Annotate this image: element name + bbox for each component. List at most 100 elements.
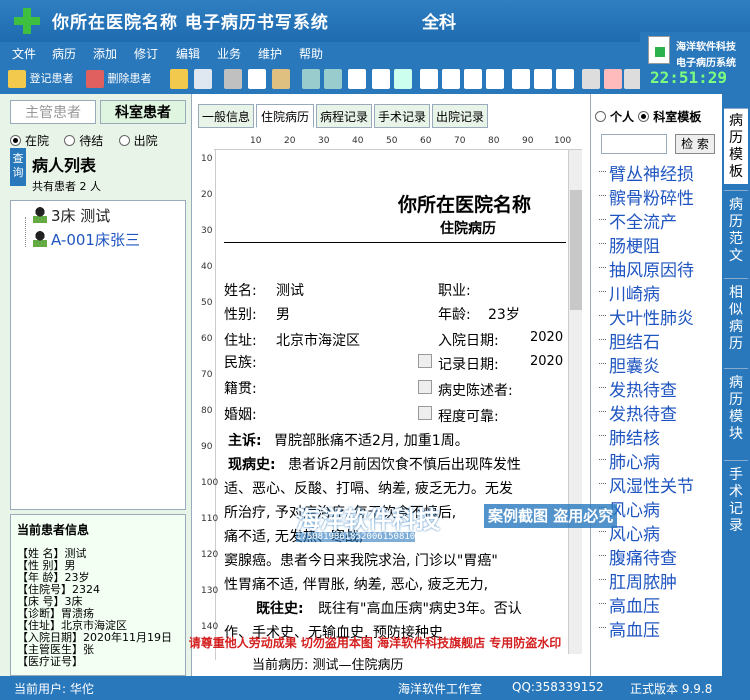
template-scope: 个人 科室模板 [595, 108, 701, 125]
template-search-input[interactable] [601, 134, 667, 154]
doc-name[interactable]: 测试 [276, 280, 304, 300]
radio-dept-template[interactable]: 科室模板 [638, 110, 701, 124]
justify-icon[interactable] [486, 69, 504, 89]
template-item[interactable]: 髌骨粉碎性 [599, 184, 694, 209]
tab-progress-notes[interactable]: 病程记录 [316, 104, 372, 128]
delete-patient-button[interactable]: 删除患者 [86, 69, 152, 89]
tab-discharge-record[interactable]: 出院记录 [432, 104, 488, 128]
tab-surgery-record[interactable]: 手术记录 [374, 104, 430, 128]
template-item[interactable]: 肠梗阻 [599, 232, 660, 257]
template-item[interactable]: 发热待查 [599, 400, 677, 425]
doc-complaint[interactable]: 胃脘部胀痛不适2月, 加重1周。 [274, 430, 469, 450]
document-icon[interactable] [372, 69, 390, 89]
register-patient-button[interactable]: 登记患者 [8, 69, 74, 89]
doc-record-date[interactable]: 2020 [530, 354, 563, 369]
paste-icon[interactable] [272, 69, 290, 89]
menu-help[interactable]: 帮助 [299, 45, 323, 62]
native-dropdown-icon[interactable] [418, 380, 432, 394]
redo-icon[interactable] [324, 69, 342, 89]
print-icon[interactable] [582, 69, 600, 89]
patient-node[interactable]: A-001床张三 [33, 229, 140, 250]
patient-node[interactable]: 3床 测试 [33, 205, 110, 226]
tab-record-sample[interactable]: 病历范文 [724, 190, 748, 270]
window-title: 你所在医院名称 电子病历书写系统 [52, 13, 329, 33]
ethnic-dropdown-icon[interactable] [418, 354, 432, 368]
template-item[interactable]: 发热待查 [599, 376, 677, 401]
tab-general-info[interactable]: 一般信息 [198, 104, 254, 128]
menu-add[interactable]: 添加 [93, 45, 117, 62]
template-item[interactable]: 肺心病 [599, 448, 660, 473]
template-item[interactable]: 臂丛神经损 [599, 160, 694, 185]
current-record-tab[interactable]: 当前病历: 测试—住院病历 [252, 654, 404, 673]
menu-file[interactable]: 文件 [12, 45, 36, 62]
doc-hpi-line[interactable]: 窦腺癌。患者今日来我院求治, 门诊以"胃癌" [224, 550, 498, 570]
menu-business[interactable]: 业务 [217, 45, 241, 62]
template-item[interactable]: 肛周脓肿 [599, 568, 677, 593]
open-folder-icon[interactable] [170, 69, 188, 89]
font-size-up-icon[interactable] [512, 69, 530, 89]
radio-discharged[interactable]: 出院 [118, 134, 158, 148]
doc-admit-label: 入院日期: [438, 333, 499, 349]
radio-personal[interactable]: 个人 [595, 110, 634, 124]
align-left-icon[interactable] [420, 69, 438, 89]
radio-in-hospital[interactable]: 在院 [10, 134, 49, 148]
delete-label: 删除患者 [107, 72, 152, 85]
cut-icon[interactable] [224, 69, 242, 89]
menu-record[interactable]: 病历 [52, 45, 76, 62]
tab-admission-record[interactable]: 住院病历 [256, 104, 314, 128]
menu-revise[interactable]: 修订 [134, 45, 158, 62]
tab-surgery-template[interactable]: 手术记录 [724, 460, 748, 546]
doc-admit-date[interactable]: 2020 [530, 330, 563, 345]
undo-icon[interactable] [302, 69, 320, 89]
delete-doc-icon[interactable] [604, 69, 622, 89]
menu-edit[interactable]: 编辑 [176, 45, 200, 62]
watermark-numbers: 1750819861852006150810 [296, 532, 416, 542]
insert-icon[interactable] [394, 69, 412, 89]
template-item[interactable]: 抽风原因待 [599, 256, 694, 281]
title-bar: 你所在医院名称 电子病历书写系统 全科 [0, 0, 750, 42]
document-scrollbar[interactable] [568, 150, 582, 654]
template-item[interactable]: 大叶性肺炎 [599, 304, 694, 329]
template-item[interactable]: 不全流产 [599, 208, 677, 233]
doc-address[interactable]: 北京市海淀区 [276, 330, 360, 350]
text-icon[interactable] [348, 69, 366, 89]
search-button[interactable]: 检 索 [675, 134, 715, 154]
align-center-icon[interactable] [442, 69, 460, 89]
tab-dept-patients[interactable]: 科室患者 [100, 100, 186, 124]
menu-maintain[interactable]: 维护 [258, 45, 282, 62]
doc-pmh[interactable]: 既往有"高血压病"病史3年。否认 [318, 598, 522, 618]
tab-record-template[interactable]: 病历模板 [724, 108, 748, 184]
template-item[interactable]: 胆结石 [599, 328, 660, 353]
font-size-down-icon[interactable] [534, 69, 552, 89]
marital-dropdown-icon[interactable] [418, 406, 432, 420]
tab-my-patients[interactable]: 主管患者 [10, 100, 96, 124]
copy-icon[interactable] [248, 69, 266, 89]
radio-pending[interactable]: 待结 [64, 134, 103, 148]
template-item[interactable]: 肺结核 [599, 424, 660, 449]
tab-similar-record[interactable]: 相似病历 [724, 278, 748, 362]
tab-record-module[interactable]: 病历模块 [724, 368, 748, 454]
doc-hpi-line[interactable]: 患者诉2月前因饮食不慎后出现阵发性 [288, 454, 521, 474]
align-right-icon[interactable] [464, 69, 482, 89]
template-item[interactable]: 高血压 [599, 592, 660, 617]
font-style-icon[interactable] [556, 69, 574, 89]
doc-native-label: 籍贯: [224, 381, 257, 397]
patient-avatar-icon [33, 231, 47, 247]
template-item[interactable]: 胆囊炎 [599, 352, 660, 377]
doc-sex[interactable]: 男 [276, 304, 290, 324]
save-icon[interactable] [194, 69, 212, 89]
doc-record-date-label: 记录日期: [438, 357, 499, 373]
info-title: 当前患者信息 [17, 523, 90, 537]
template-item[interactable]: 川崎病 [599, 280, 660, 305]
doc-age[interactable]: 23岁 [488, 304, 520, 324]
template-panel: 个人 科室模板 检 索 臂丛神经损 髌骨粉碎性 不全流产 肠梗阻 抽风原因待 川… [590, 94, 722, 676]
watermark-warning: 请尊重他人劳动成果 切勿盗用本图 海洋软件科技旗舰店 专用防盗水印 [188, 636, 562, 650]
doc-hpi-line[interactable]: 适、恶心、反酸、打嗝、纳差, 疲乏无力。无发 [224, 478, 513, 498]
status-qq: QQ:358339152 [512, 680, 604, 694]
query-button[interactable]: 查询 [10, 148, 26, 186]
document-page[interactable]: 你所在医院名称 住院病历 姓名: 测试 职业: 性别: 男 年龄: 23岁 住址… [220, 154, 566, 654]
template-item[interactable]: 腹痛待查 [599, 544, 677, 569]
doc-hpi-line[interactable]: 性胃痛不适, 伴胃胀, 纳差, 恶心, 疲乏无力, [224, 574, 488, 594]
template-item[interactable]: 风湿性关节 [599, 472, 694, 497]
scrollbar-thumb[interactable] [570, 190, 582, 310]
